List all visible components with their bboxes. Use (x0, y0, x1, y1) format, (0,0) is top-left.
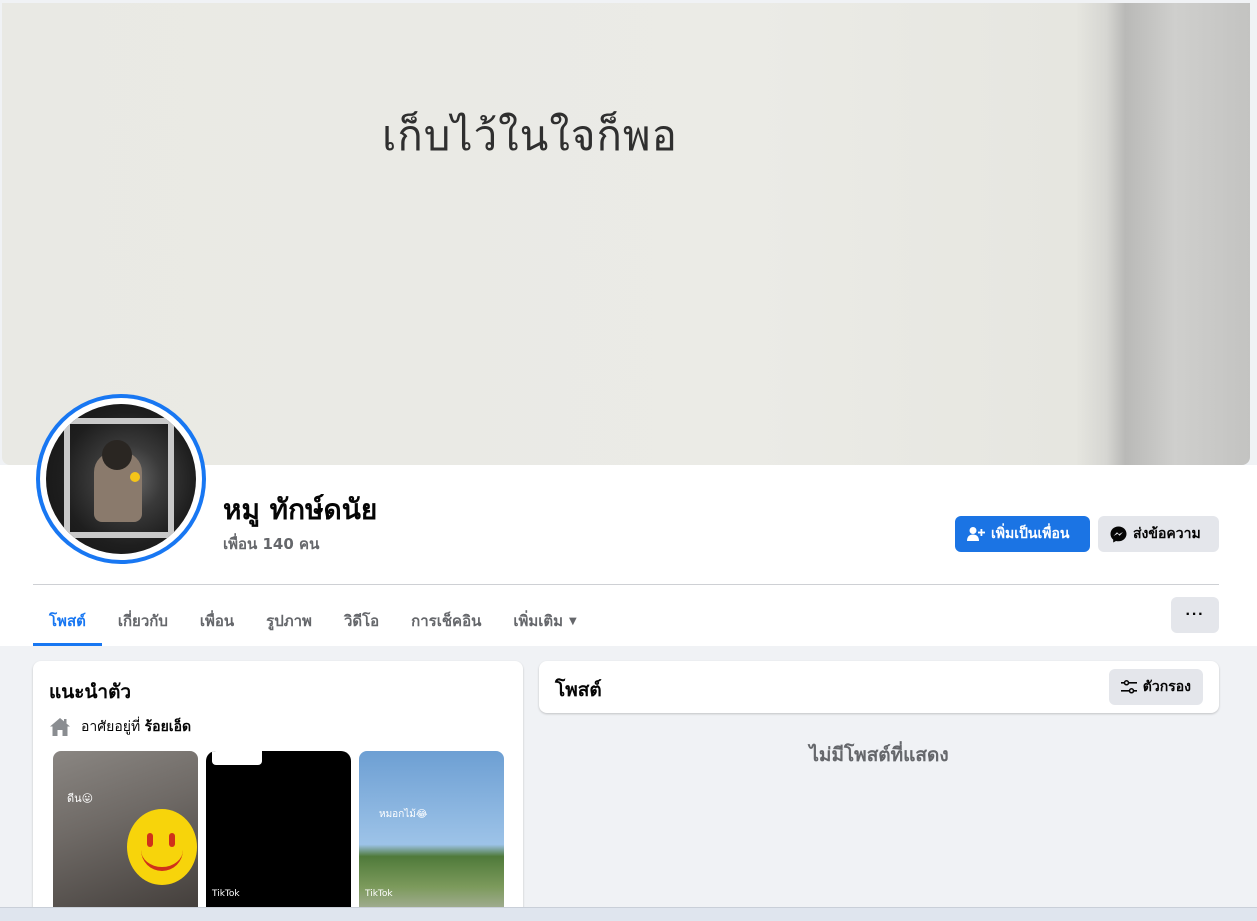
filter-label: ตัวกรอง (1142, 679, 1191, 695)
taskbar (0, 907, 1257, 921)
cover-photo[interactable]: เก็บไว้ในใจก็พอ (2, 3, 1250, 465)
friend-count[interactable]: เพื่อน 140 คน (223, 532, 319, 556)
profile-tabs: โพสต์ เกี่ยวกับ เพื่อน รูปภาพ วิดีโอ การ… (33, 596, 593, 646)
tab-posts[interactable]: โพสต์ (33, 596, 102, 646)
tab-photos[interactable]: รูปภาพ (250, 596, 328, 646)
tab-more[interactable]: เพิ่มเติม ▼ (497, 596, 592, 646)
cover-photo-text: เก็บไว้ในใจก็พอ (382, 111, 678, 160)
add-friend-icon (967, 527, 985, 541)
message-button[interactable]: ส่งข้อความ (1098, 516, 1219, 552)
tab-check-ins[interactable]: การเช็คอิน (395, 596, 497, 646)
header-divider (33, 584, 1219, 585)
smiley-sticker (127, 809, 197, 885)
posts-header-card: โพสต์ ตัวกรอง (539, 661, 1219, 713)
featured-photo[interactable]: TikTok (206, 751, 351, 921)
profile-photo (46, 404, 196, 554)
featured-photos: ดีน😛 TikTok หมอกไม้😂 TikTok (53, 751, 504, 921)
add-friend-button[interactable]: เพิ่มเป็นเพื่อน (955, 516, 1090, 552)
lives-in-place[interactable]: ร้อยเอ็ด (145, 719, 191, 735)
more-options-button[interactable]: ··· (1171, 597, 1219, 633)
add-friend-label: เพิ่มเป็นเพื่อน (991, 526, 1070, 542)
empty-posts-message: ไม่มีโพสต์ที่แสดง (809, 744, 949, 766)
lives-in-prefix: อาศัยอยู่ที่ (81, 719, 141, 735)
lives-in-row: อาศัยอยู่ที่ ร้อยเอ็ด (49, 716, 191, 738)
photo-caption: ดีน😛 (67, 792, 94, 805)
avatar[interactable] (36, 394, 206, 564)
profile-name: หมู ทักษ์ดนัย (223, 493, 378, 526)
chevron-down-icon: ▼ (569, 615, 577, 627)
filter-icon (1120, 680, 1137, 694)
intro-card: แนะนำตัว อาศัยอยู่ที่ ร้อยเอ็ด ดีน😛 TikT… (33, 661, 523, 921)
tiktok-badge: TikTok (365, 889, 393, 899)
messenger-icon (1110, 526, 1127, 542)
home-icon (50, 718, 70, 736)
tab-friends[interactable]: เพื่อน (184, 596, 250, 646)
message-label: ส่งข้อความ (1133, 526, 1201, 542)
photo-caption: หมอกไม้😂 (379, 809, 428, 820)
intro-title: แนะนำตัว (49, 681, 132, 703)
tab-videos[interactable]: วิดีโอ (328, 596, 395, 646)
featured-photo[interactable]: ดีน😛 (53, 751, 198, 921)
tab-about[interactable]: เกี่ยวกับ (102, 596, 184, 646)
posts-title: โพสต์ (555, 679, 602, 701)
filter-button[interactable]: ตัวกรอง (1108, 669, 1203, 705)
tiktok-badge: TikTok (212, 889, 240, 899)
featured-photo[interactable]: หมอกไม้😂 TikTok (359, 751, 504, 921)
